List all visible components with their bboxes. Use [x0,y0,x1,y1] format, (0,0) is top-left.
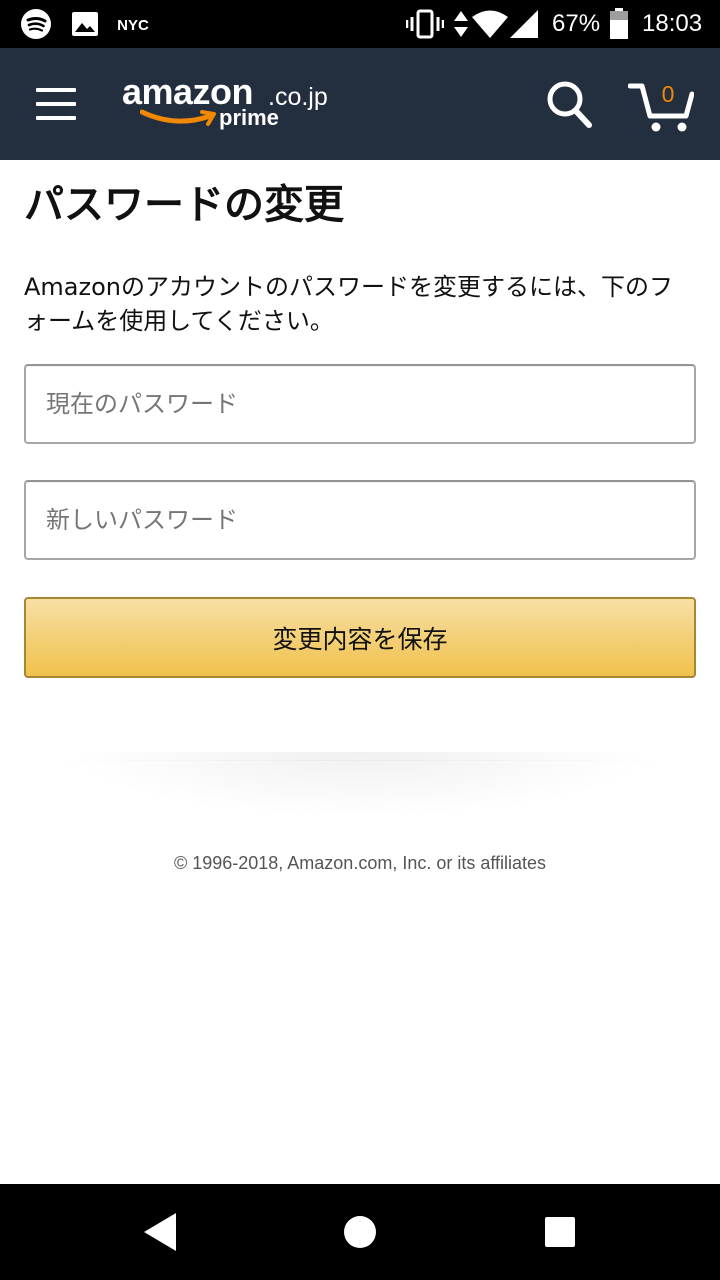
back-icon [144,1213,176,1251]
recents-icon [545,1217,575,1247]
page-title: パスワードの変更 [24,182,344,228]
footer-divider [0,752,720,842]
cart-button[interactable]: 0 [627,74,695,134]
app-header: amazon .co.jp prime 0 [0,48,720,160]
cart-count-badge: 0 [661,81,675,107]
nyc-icon: NYC [116,0,150,48]
copyright-text: © 1996-2018, Amazon.com, Inc. or its aff… [173,853,547,873]
svg-text:NYC: NYC [117,17,149,34]
clock: 18:03 [642,10,703,37]
battery-icon [608,0,630,48]
logo-prime: prime [219,105,279,130]
signal-icon [508,0,540,48]
hamburger-icon-bar [36,116,76,120]
status-bar: NYC 67% 18:03 [0,0,720,48]
page-description: Amazonのアカウントのパスワードを変更するには、下のフォームを使用してくださ… [24,273,673,335]
search-button[interactable] [544,78,594,130]
gallery-icon [70,0,100,48]
new-password-field[interactable] [24,480,696,560]
menu-button[interactable] [30,76,82,132]
recents-button[interactable] [528,1202,592,1262]
current-password-field[interactable] [24,364,696,444]
amazon-prime-logo[interactable]: amazon .co.jp prime [122,70,332,140]
smile-arrow-icon [140,109,216,126]
save-changes-button[interactable]: 変更内容を保存 [24,597,696,678]
current-password-input[interactable] [26,366,694,442]
save-button-label: 変更内容を保存 [272,624,448,654]
home-icon [344,1216,376,1248]
hamburger-icon-bar [36,102,76,106]
wifi-icon [472,0,508,48]
battery-percentage: 67% [552,10,601,37]
hamburger-icon [36,88,76,92]
new-password-input[interactable] [26,482,694,558]
vibrate-icon [406,0,444,48]
back-button[interactable] [128,1202,192,1262]
navigation-bar [0,1184,720,1280]
home-button[interactable] [328,1202,392,1262]
data-arrows-icon [452,0,470,48]
spotify-icon [18,0,54,48]
search-icon [547,81,592,128]
